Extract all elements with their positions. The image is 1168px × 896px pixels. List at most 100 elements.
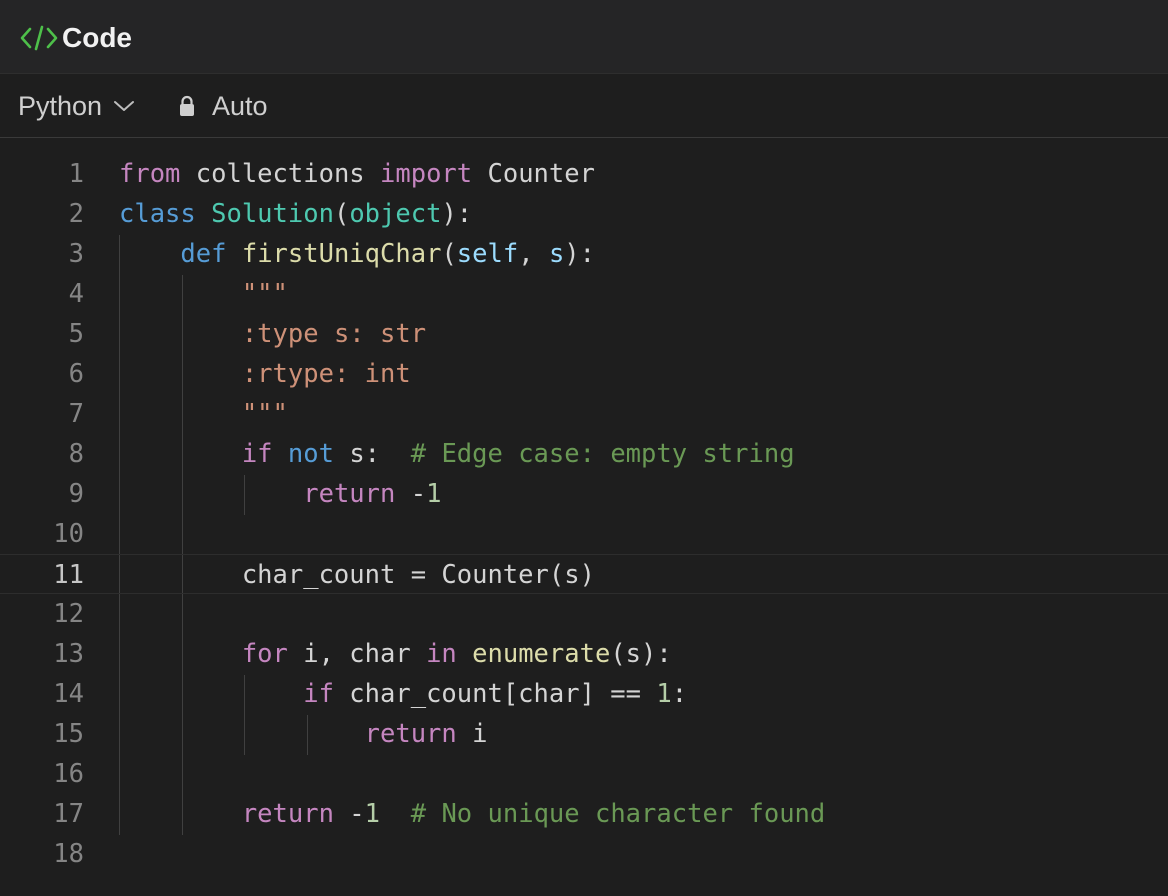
- code-line[interactable]: 4 """: [0, 274, 1168, 314]
- code-token: :: [671, 679, 688, 709]
- code-text: from collections import Counter: [119, 154, 595, 194]
- code-line[interactable]: 3 def firstUniqChar(self, s):: [0, 234, 1168, 274]
- code-token: 1: [656, 679, 672, 709]
- code-token: not: [287, 439, 334, 469]
- line-number: 4: [68, 279, 84, 309]
- code-token: for: [241, 639, 288, 669]
- code-text: for i, char in enumerate(s):: [119, 634, 672, 674]
- code-line[interactable]: 1 from collections import Counter: [0, 154, 1168, 194]
- line-number: 7: [68, 399, 84, 429]
- code-token: (: [333, 199, 350, 229]
- line-number: 13: [53, 639, 84, 669]
- code-line[interactable]: 17 return -1 # No unique character found: [0, 794, 1168, 834]
- mode-indicator[interactable]: Auto: [178, 88, 268, 124]
- code-token: Solution: [211, 199, 334, 229]
- code-token: i: [456, 719, 488, 749]
- line-number: 6: [68, 359, 84, 389]
- language-label: Python: [18, 91, 103, 121]
- code-text: if char_count[char] == 1:: [119, 674, 687, 714]
- code-line[interactable]: 9 return -1: [0, 474, 1168, 514]
- code-token: :rtype: int: [241, 359, 411, 389]
- code-token: class: [119, 199, 196, 229]
- code-text: return -1 # No unique character found: [119, 794, 825, 834]
- code-token: object: [349, 199, 442, 229]
- code-line[interactable]: 11 char_count = Counter(s): [0, 554, 1168, 594]
- title-bar: Code: [0, 0, 1168, 74]
- line-number: 5: [68, 319, 84, 349]
- code-token: s: [548, 239, 565, 269]
- code-token: firstUniqChar: [241, 239, 442, 269]
- code-token: """: [241, 399, 288, 429]
- code-text: char_count = Counter(s): [119, 555, 595, 595]
- line-number: 8: [68, 439, 84, 469]
- code-line[interactable]: 15 return i: [0, 714, 1168, 754]
- code-token: if: [241, 439, 273, 469]
- line-number: 15: [53, 719, 84, 749]
- code-token: return: [303, 479, 396, 509]
- code-line[interactable]: 12: [0, 594, 1168, 634]
- code-line[interactable]: 2 class Solution(object):: [0, 194, 1168, 234]
- code-editor[interactable]: 1 from collections import Counter 2 class S…: [0, 138, 1168, 896]
- code-token: 1: [364, 799, 381, 829]
- code-token: return: [241, 799, 334, 829]
- code-line[interactable]: 8 if not s: # Edge case: empty string: [0, 434, 1168, 474]
- line-number: 1: [68, 159, 84, 189]
- code-text: def firstUniqChar(self, s):: [119, 234, 595, 274]
- code-token: (: [441, 239, 457, 269]
- code-token: char_count[char] ==: [333, 679, 657, 709]
- line-number: 14: [53, 679, 84, 709]
- code-token: if: [303, 679, 334, 709]
- code-text: if not s: # Edge case: empty string: [119, 434, 795, 474]
- panel-title: Code: [62, 22, 132, 53]
- code-token: def: [180, 239, 227, 269]
- code-text: :type s: str: [119, 314, 426, 354]
- line-number: 9: [68, 479, 84, 509]
- code-line[interactable]: 10: [0, 514, 1168, 554]
- line-number: 12: [53, 599, 84, 629]
- code-text: class Solution(object):: [119, 194, 472, 234]
- code-line[interactable]: 7 """: [0, 394, 1168, 434]
- mode-label: Auto: [212, 91, 268, 121]
- code-line[interactable]: 13 for i, char in enumerate(s):: [0, 634, 1168, 674]
- code-token: :type s: str: [241, 319, 427, 349]
- code-token: self: [456, 239, 519, 269]
- code-line[interactable]: 16: [0, 754, 1168, 794]
- code-line[interactable]: 5 :type s: str: [0, 314, 1168, 354]
- language-select[interactable]: Python: [18, 88, 136, 124]
- code-line[interactable]: 6 :rtype: int: [0, 354, 1168, 394]
- code-brackets-icon: [20, 25, 58, 51]
- line-number: 16: [53, 759, 84, 789]
- code-token: Counter: [472, 159, 595, 189]
- code-token: ):: [441, 199, 473, 229]
- editor-toolbar: Python Auto: [0, 74, 1168, 138]
- code-text: """: [119, 394, 288, 434]
- code-token: collections: [180, 159, 381, 189]
- code-token: -: [333, 799, 365, 829]
- code-token: 1: [426, 479, 442, 509]
- code-token: (s):: [610, 639, 672, 669]
- lock-icon: [180, 95, 194, 116]
- code-text: :rtype: int: [119, 354, 411, 394]
- code-text: """: [119, 274, 288, 314]
- code-line[interactable]: 18: [0, 834, 1168, 874]
- code-token: -: [395, 479, 427, 509]
- code-line[interactable]: 14 if char_count[char] == 1:: [0, 674, 1168, 714]
- code-token: """: [241, 279, 288, 309]
- code-token: enumerate: [472, 639, 611, 669]
- code-token: i, char: [287, 639, 427, 669]
- code-token: import: [380, 159, 473, 189]
- line-number: 3: [68, 239, 84, 269]
